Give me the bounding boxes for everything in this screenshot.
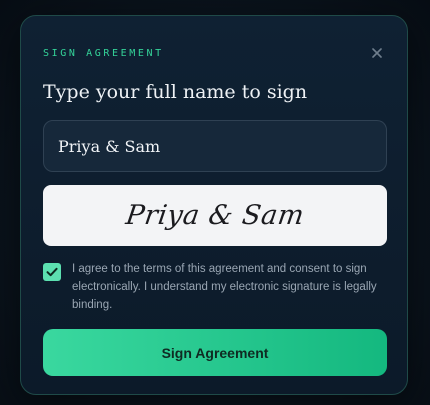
close-button[interactable]: [369, 45, 385, 61]
consent-text: I agree to the terms of this agreement a…: [72, 263, 377, 311]
modal-eyebrow: SIGN AGREEMENT: [43, 48, 164, 59]
sign-agreement-modal: SIGN AGREEMENT Type your full name to si…: [20, 15, 408, 395]
signature-preview-text: Priya & Sam: [123, 199, 307, 231]
checkmark-icon: [46, 267, 58, 277]
full-name-input[interactable]: [43, 120, 387, 172]
close-icon: [372, 48, 382, 58]
modal-title: Type your full name to sign: [43, 81, 308, 103]
consent-checkbox[interactable]: [43, 263, 61, 281]
signature-preview: Priya & Sam: [43, 185, 387, 246]
sign-agreement-button[interactable]: Sign Agreement: [43, 329, 387, 376]
